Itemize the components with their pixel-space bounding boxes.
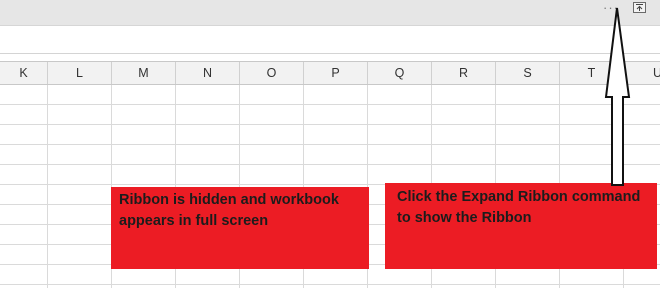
pointer-arrow	[604, 7, 631, 186]
